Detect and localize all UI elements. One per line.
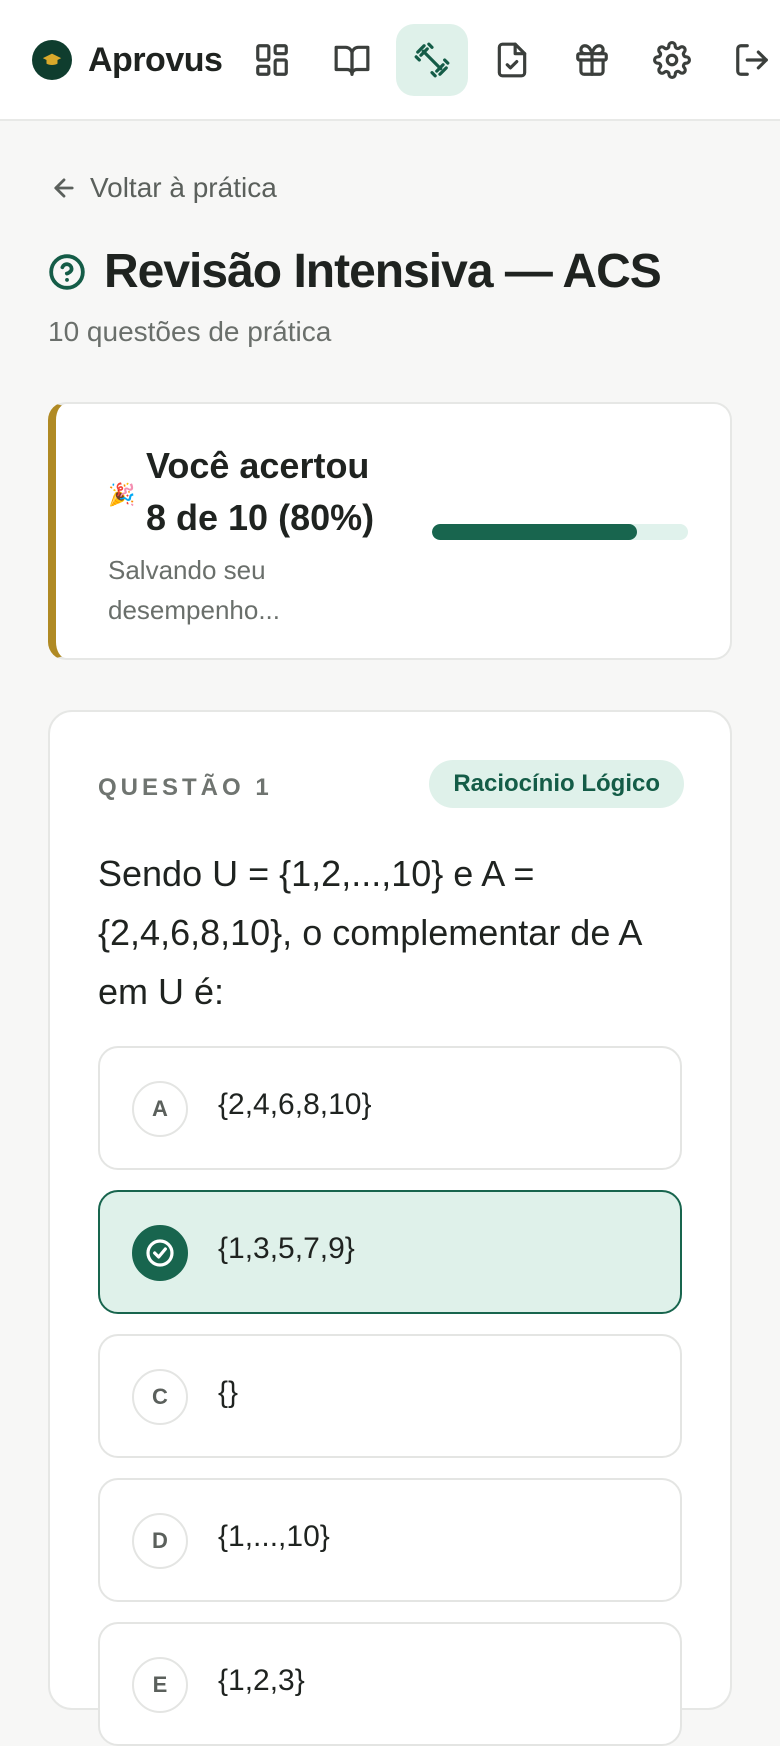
question-text: Sendo U = {1,2,...,10} e A = {2,4,6,8,10… [98,853,641,1012]
gift-icon[interactable] [556,24,628,96]
book-icon[interactable] [316,24,388,96]
option-text: {2,4,6,8,10} [218,1088,372,1121]
subject-tag: Raciocínio Lógico [429,760,684,808]
result-line-1: Você acertou [146,445,370,486]
option-letter: A [132,1081,188,1137]
option-a[interactable]: A {2,4,6,8,10} [98,1046,682,1170]
option-letter: E [132,1657,188,1713]
option-e[interactable]: E {1,2,3} [98,1622,682,1746]
dashboard-icon[interactable] [236,24,308,96]
file-check-icon[interactable] [476,24,548,96]
brand-name: Aprovus [88,40,223,79]
option-text: {1,2,3} [218,1664,305,1697]
arrow-left-icon [54,178,74,198]
saving-status: Salvando seu desempenho... [108,555,281,625]
dumbbell-icon[interactable] [396,24,468,96]
logout-icon[interactable] [716,24,780,96]
brand[interactable]: Aprovus [32,40,223,80]
score-progress-fill [432,524,637,540]
gear-icon[interactable] [636,24,708,96]
top-navigation-bar: Aprovus [0,0,780,121]
party-popper-icon: 🎉 [108,482,136,507]
page-subtitle: 10 questões de prática [48,316,332,347]
help-circle-icon [49,253,85,290]
graduation-cap-logo-icon [32,40,72,80]
result-summary-card: 🎉 Você acertou 8 de 10 (80%) Salvando se… [48,402,732,660]
option-c[interactable]: C {} [98,1334,682,1458]
option-text: {} [218,1376,239,1409]
option-d[interactable]: D {1,...,10} [98,1478,682,1602]
result-score: Você acertou 8 de 10 (80%) [146,440,406,544]
question-number: QUESTÃO 1 [98,774,273,801]
page-title-row: Revisão Intensiva — ACS [48,244,662,299]
check-circle-icon [132,1225,188,1281]
back-link-label: Voltar à prática [90,172,277,203]
question-card: QUESTÃO 1 Raciocínio Lógico Sendo U = {1… [48,710,732,1746]
option-letter: D [132,1513,188,1569]
score-progress-bar [432,524,688,540]
option-text: {1,3,5,7,9} [218,1232,355,1265]
page-title: Revisão Intensiva — ACS [104,245,662,298]
option-text: {1,...,10} [218,1520,330,1553]
back-to-practice-link[interactable]: Voltar à prática [50,172,277,204]
option-letter: C [132,1369,188,1425]
result-line-2: 8 de 10 (80%) [146,497,375,538]
option-b-correct[interactable]: {1,3,5,7,9} [98,1190,682,1314]
